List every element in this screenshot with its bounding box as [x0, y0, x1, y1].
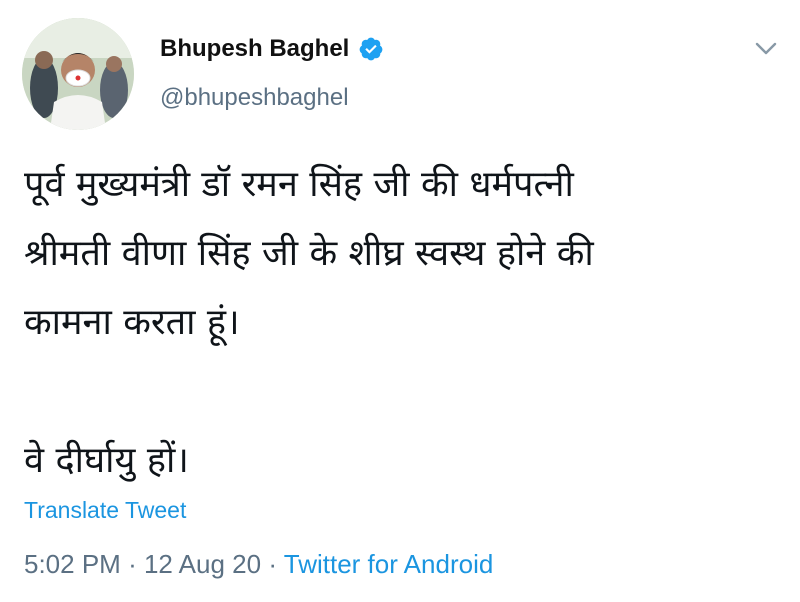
tweet-source-link[interactable]: Twitter for Android: [284, 549, 494, 579]
tweet-text: पूर्व मुख्यमंत्री डॉ रमन सिंह जी की धर्म…: [24, 150, 784, 495]
chevron-down-icon[interactable]: [752, 34, 780, 62]
tweet-time[interactable]: 5:02 PM: [24, 549, 121, 579]
tweet-metadata: 5:02 PM · 12 Aug 20 · Twitter for Androi…: [24, 549, 493, 580]
tweet-card: Bhupesh Baghel @bhupeshbaghel पूर्व मुख्…: [0, 0, 800, 602]
translate-tweet-link[interactable]: Translate Tweet: [24, 497, 186, 524]
tweet-text-line: श्रीमती वीणा सिंह जी के शीघ्र स्वस्थ होन…: [24, 233, 594, 274]
meta-separator: ·: [268, 549, 277, 579]
author-handle[interactable]: @bhupeshbaghel: [160, 84, 349, 112]
tweet-text-line: कामना करता हूं।: [24, 302, 240, 343]
author-display-name[interactable]: Bhupesh Baghel: [160, 35, 349, 63]
avatar-photo: [22, 18, 134, 130]
meta-separator: ·: [128, 549, 137, 579]
author-name-row[interactable]: Bhupesh Baghel: [160, 34, 384, 64]
tweet-text-line: पूर्व मुख्यमंत्री डॉ रमन सिंह जी की धर्म…: [24, 164, 574, 205]
avatar[interactable]: [22, 18, 134, 130]
tweet-date[interactable]: 12 Aug 20: [144, 549, 261, 579]
verified-badge-icon: [358, 36, 384, 62]
tweet-text-line: वे दीर्घायु हों।: [24, 440, 189, 481]
